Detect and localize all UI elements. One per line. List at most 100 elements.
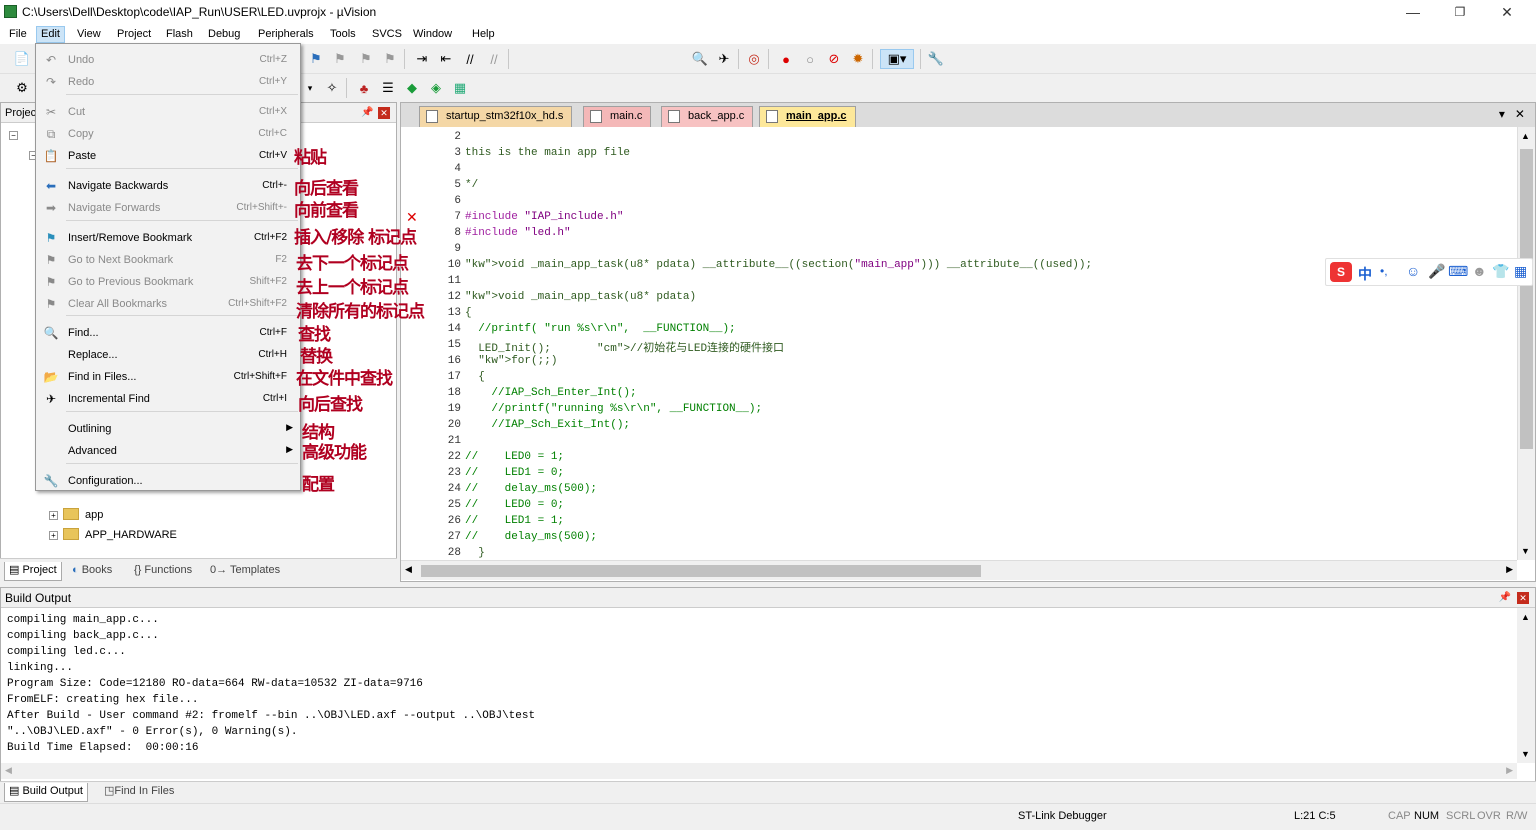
editor-vertical-scrollbar[interactable]: ▲ ▼ xyxy=(1517,127,1535,560)
code-line[interactable]: //IAP_Sch_Exit_Int(); xyxy=(465,419,630,431)
comment-icon[interactable]: // xyxy=(460,49,480,69)
breakpoint-icon[interactable]: ● xyxy=(776,49,796,69)
menu-debug[interactable]: Debug xyxy=(204,26,244,43)
bookmark-next-icon[interactable]: ⚑ xyxy=(356,49,376,69)
breakpoint-disable-icon[interactable]: ○ xyxy=(800,49,820,69)
menu-item-find[interactable]: 🔍 Find... Ctrl+F xyxy=(37,323,299,343)
menu-item-navigate-forwards[interactable]: ➡ Navigate Forwards Ctrl+Shift+- xyxy=(37,198,299,218)
menu-file[interactable]: File xyxy=(5,26,31,43)
user-icon[interactable]: ☻ xyxy=(1472,263,1487,279)
file-extensions-icon[interactable]: ☰ xyxy=(378,78,398,98)
menu-item-incremental-find[interactable]: ✈ Incremental Find Ctrl+I xyxy=(37,389,299,409)
minimize-button[interactable]: — xyxy=(1390,0,1436,24)
pin-icon[interactable]: 📌 xyxy=(361,107,373,118)
breakpoint-kill-all-icon[interactable]: ✹ xyxy=(848,49,868,69)
code-line[interactable]: */ xyxy=(465,179,478,191)
tree-item-app[interactable]: + app xyxy=(49,508,103,521)
build-horizontal-scrollbar[interactable]: ◀ ▶ xyxy=(1,763,1517,779)
build-output-text[interactable]: compiling main_app.c... compiling back_ap… xyxy=(7,612,535,756)
skin-icon[interactable]: 👕 xyxy=(1492,263,1509,280)
menu-item-go-to-next-bookmark[interactable]: ⚑ Go to Next Bookmark F2 xyxy=(37,250,299,270)
ime-language[interactable]: 中 xyxy=(1358,264,1372,284)
code-line[interactable]: #include "IAP_include.h" xyxy=(465,211,623,223)
menu-peripherals[interactable]: Peripherals xyxy=(254,26,318,43)
unindent-icon[interactable]: ⇤ xyxy=(436,49,456,69)
code-line[interactable]: // LED0 = 0; xyxy=(465,499,564,511)
tab-back-app-c[interactable]: back_app.c xyxy=(661,106,754,127)
code-line[interactable]: } xyxy=(465,547,485,559)
menu-item-replace[interactable]: Replace... Ctrl+H xyxy=(37,345,299,365)
breakpoint-disable-all-icon[interactable]: ⊘ xyxy=(824,49,844,69)
tab-project[interactable]: ▤ Project xyxy=(4,562,62,581)
menu-item-navigate-backwards[interactable]: ⬅ Navigate Backwards Ctrl+- xyxy=(37,176,299,196)
code-line[interactable]: "kw">void _main_app_task(u8* pdata) xyxy=(465,291,696,303)
code-line[interactable]: { xyxy=(465,307,472,319)
code-line[interactable]: // LED0 = 1; xyxy=(465,451,564,463)
close-panel-icon[interactable]: ✕ xyxy=(378,107,390,119)
editor-horizontal-thumb[interactable] xyxy=(421,565,981,577)
bookmark-toggle-icon[interactable]: ⚑ xyxy=(306,49,326,69)
toolbox-icon[interactable]: ▦ xyxy=(1514,263,1527,280)
menu-item-outlining[interactable]: Outlining ▶ xyxy=(37,419,299,439)
bookmark-prev-icon[interactable]: ⚑ xyxy=(330,49,350,69)
new-file-icon[interactable]: 📄 xyxy=(12,49,32,69)
manage-rte-icon[interactable]: ◈ xyxy=(426,78,446,98)
find-in-files-icon[interactable]: 🔍 xyxy=(690,49,710,69)
uncomment-icon[interactable]: // xyxy=(484,49,504,69)
editor-tab-controls[interactable]: ▾ ✕ xyxy=(1499,107,1525,121)
tab-books[interactable]: ◐ Books xyxy=(68,562,116,581)
menu-svcs[interactable]: SVCS xyxy=(368,26,406,43)
tab-templates[interactable]: 0→ Templates xyxy=(206,562,284,581)
manage-project-icon[interactable]: ♣ xyxy=(354,78,374,98)
tab-find-in-files[interactable]: ◳Find In Files xyxy=(100,783,178,802)
code-line[interactable]: //printf( "run %s\r\n", __FUNCTION__); xyxy=(465,323,735,335)
menu-tools[interactable]: Tools xyxy=(326,26,360,43)
menu-flash[interactable]: Flash xyxy=(162,26,197,43)
debug-session-icon[interactable]: ◎ xyxy=(744,49,764,69)
configure-icon[interactable]: 🔧 xyxy=(926,49,946,69)
keyboard-icon[interactable]: ⌨ xyxy=(1448,263,1468,280)
incremental-find-icon[interactable]: ✈ xyxy=(714,49,734,69)
sogou-logo-icon[interactable]: S xyxy=(1330,262,1352,282)
code-line[interactable]: { xyxy=(465,371,485,383)
target-options-wand-icon[interactable]: ✧ xyxy=(322,78,342,98)
tab-functions[interactable]: {} Functions xyxy=(130,562,196,581)
code-line[interactable]: LED_Init(); "cm">//初始花与LED连接的硬件接口 xyxy=(465,339,784,355)
tab-build-output[interactable]: ▤ Build Output xyxy=(4,783,88,802)
menu-help[interactable]: Help xyxy=(468,26,499,43)
menu-project[interactable]: Project xyxy=(113,26,155,43)
tab-main-app-c[interactable]: main_app.c xyxy=(759,106,856,127)
menu-window[interactable]: Window xyxy=(409,26,456,43)
menu-item-find-in-files[interactable]: 📂 Find in Files... Ctrl+Shift+F xyxy=(37,367,299,387)
bookmark-clear-icon[interactable]: ⚑ xyxy=(380,49,400,69)
close-button[interactable]: ✕ xyxy=(1484,0,1530,24)
target-dropdown-arrow-icon[interactable]: ▾ xyxy=(300,78,320,98)
menu-item-insert-remove-bookmark[interactable]: ⚑ Insert/Remove Bookmark Ctrl+F2 xyxy=(37,228,299,248)
code-line[interactable]: // LED1 = 0; xyxy=(465,467,564,479)
tree-item-app-hardware[interactable]: + APP_HARDWARE xyxy=(49,528,177,541)
select-packs-icon[interactable]: ◆ xyxy=(402,78,422,98)
code-area[interactable]: this is the main app file */ #include "IAP… xyxy=(463,127,1513,560)
menu-item-clear-all-bookmarks[interactable]: ⚑ Clear All Bookmarks Ctrl+Shift+F2 xyxy=(37,294,299,314)
window-layout-icon[interactable]: ▣▾ xyxy=(880,49,914,69)
pack-installer-icon[interactable]: ▦ xyxy=(450,78,470,98)
code-line[interactable]: // delay_ms(500); xyxy=(465,483,597,495)
menu-item-redo[interactable]: ↷ Redo Ctrl+Y xyxy=(37,72,299,92)
code-line[interactable]: "kw">for(;;) xyxy=(465,355,557,367)
menu-item-undo[interactable]: ↶ Undo Ctrl+Z xyxy=(37,50,299,70)
build-vertical-scrollbar[interactable]: ▲ ▼ xyxy=(1517,608,1535,763)
target-options-icon[interactable]: ⚙ xyxy=(12,78,32,98)
tab-main-c[interactable]: main.c xyxy=(583,106,652,127)
menu-view[interactable]: View xyxy=(73,26,105,43)
ime-punctuation[interactable]: •, xyxy=(1380,264,1388,278)
close-panel-icon[interactable]: ✕ xyxy=(1517,592,1529,604)
code-line[interactable]: this is the main app file xyxy=(465,147,630,159)
pin-icon[interactable]: 📌 xyxy=(1499,592,1511,603)
editor-vertical-thumb[interactable] xyxy=(1520,149,1533,449)
microphone-icon[interactable]: 🎤 xyxy=(1428,263,1445,280)
menu-item-go-to-previous-bookmark[interactable]: ⚑ Go to Previous Bookmark Shift+F2 xyxy=(37,272,299,292)
menu-edit[interactable]: Edit xyxy=(36,26,65,43)
emoji-icon[interactable]: ☺ xyxy=(1406,263,1420,279)
tab-startup-file[interactable]: startup_stm32f10x_hd.s xyxy=(419,106,573,127)
code-line[interactable]: // LED1 = 1; xyxy=(465,515,564,527)
